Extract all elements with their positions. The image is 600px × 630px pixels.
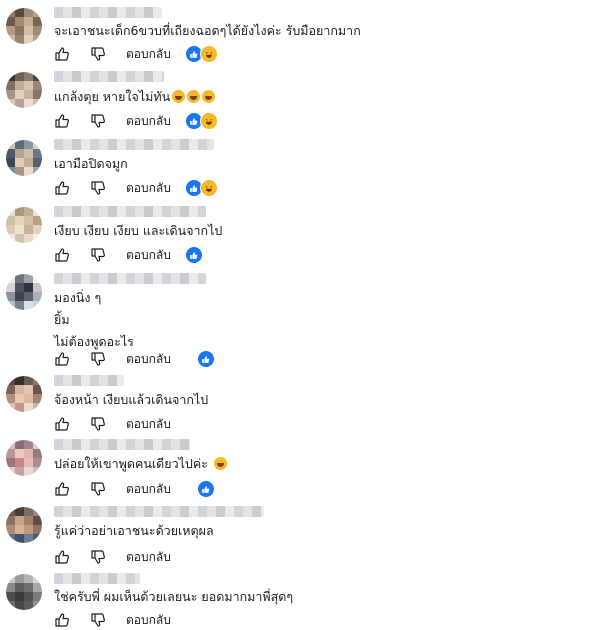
- comment-line: เอามือปิดจมูก: [54, 156, 128, 171]
- avatar[interactable]: [6, 207, 42, 243]
- comment-text: เงียบ เงียบ เงียบ และเดินจากไป: [54, 220, 222, 242]
- commenter-name-blurred[interactable]: [54, 7, 162, 18]
- reply-button[interactable]: ตอบกลับ: [126, 179, 171, 198]
- reply-button[interactable]: ตอบกลับ: [126, 350, 171, 369]
- thumbs-up-icon[interactable]: [54, 612, 70, 628]
- thumbs-down-icon[interactable]: [90, 247, 106, 263]
- thumbs-down-icon[interactable]: [90, 549, 106, 565]
- haha-reaction-icon: [199, 45, 218, 63]
- laughing-emoji-icon: [172, 90, 186, 103]
- comment-line: แกล้งตุย หายใจไม่ทัน: [54, 89, 171, 104]
- comment-line: จะเอาชนะเด็ก6ขวบที่เถียงฉอดๆได้ยังไงค่ะ …: [54, 23, 361, 38]
- like-reaction-icon: [196, 480, 215, 498]
- comment-feed: จะเอาชนะเด็ก6ขวบที่เถียงฉอดๆได้ยังไงค่ะ …: [0, 0, 600, 629]
- comment-actions: ตอบกลับ: [54, 548, 185, 566]
- reply-button[interactable]: ตอบกลับ: [126, 246, 171, 265]
- reply-button[interactable]: ตอบกลับ: [126, 548, 171, 567]
- commenter-name-blurred[interactable]: [54, 71, 164, 82]
- thumbs-down-icon[interactable]: [90, 416, 106, 432]
- reaction-summary[interactable]: [196, 350, 215, 368]
- avatar[interactable]: [6, 8, 42, 44]
- comment-actions: ตอบกลับ: [54, 112, 218, 131]
- thumbs-up-icon[interactable]: [54, 46, 70, 62]
- avatar[interactable]: [6, 440, 42, 476]
- avatar[interactable]: [6, 507, 42, 543]
- reaction-summary[interactable]: [196, 480, 215, 498]
- comment-actions: ตอบกลับ: [54, 246, 203, 265]
- reply-button[interactable]: ตอบกลับ: [126, 611, 171, 630]
- comment-actions: ตอบกลับ: [54, 45, 218, 64]
- reaction-summary[interactable]: [184, 179, 218, 197]
- comment-text: จะเอาชนะเด็ก6ขวบที่เถียงฉอดๆได้ยังไงค่ะ …: [54, 20, 361, 42]
- thumbs-up-icon[interactable]: [54, 416, 70, 432]
- comment-line: เงียบ เงียบ เงียบ และเดินจากไป: [54, 223, 223, 238]
- thumbs-up-icon[interactable]: [54, 247, 70, 263]
- comment-text: มองนิ่ง ๆ ยิ้ม ไม่ต้องพูดอะไร: [54, 287, 134, 353]
- comment-text: เอามือปิดจมูก: [54, 153, 128, 175]
- reply-button[interactable]: ตอบกลับ: [126, 112, 171, 131]
- comment-text: รู้แค่ว่าอย่าเอาชนะด้วยเหตุผล: [54, 520, 214, 542]
- reaction-summary[interactable]: [184, 45, 218, 63]
- like-reaction-icon: [196, 350, 215, 368]
- thumbs-up-icon[interactable]: [54, 113, 70, 129]
- comment-line: ปล่อยให้เขาพูดคนเดียวไปค่ะ: [54, 456, 208, 471]
- laughing-emoji-icon: [202, 90, 216, 103]
- comment-actions: ตอบกลับ: [54, 611, 185, 629]
- thumbs-down-icon[interactable]: [90, 351, 106, 367]
- commenter-name-blurred[interactable]: [54, 139, 214, 150]
- avatar[interactable]: [6, 72, 42, 108]
- comment-actions: ตอบกลับ: [54, 415, 185, 433]
- avatar[interactable]: [6, 140, 42, 176]
- thumbs-down-icon[interactable]: [90, 113, 106, 129]
- thumbs-down-icon[interactable]: [90, 612, 106, 628]
- comment-text: ใช่ครับพี่ ผมเห็นด้วยเลยนะ ยอดมากมาพี่สุ…: [54, 586, 293, 608]
- reaction-summary[interactable]: [184, 246, 203, 264]
- avatar[interactable]: [6, 376, 42, 412]
- like-reaction-icon: [184, 246, 203, 264]
- reply-button[interactable]: ตอบกลับ: [126, 45, 171, 64]
- comment-actions: ตอบกลับ: [54, 179, 218, 198]
- thumbs-down-icon[interactable]: [90, 481, 106, 497]
- commenter-name-blurred[interactable]: [54, 206, 206, 217]
- thumbs-up-icon[interactable]: [54, 549, 70, 565]
- comment-line: จ้องหน้า เงียบแล้วเดินจากไป: [54, 392, 209, 407]
- reply-button[interactable]: ตอบกลับ: [126, 415, 171, 434]
- thumbs-up-icon[interactable]: [54, 180, 70, 196]
- avatar[interactable]: [6, 274, 42, 310]
- reaction-summary[interactable]: [184, 112, 218, 130]
- thumbs-up-icon[interactable]: [54, 481, 70, 497]
- haha-reaction-icon: [199, 179, 218, 197]
- haha-reaction-icon: [199, 112, 218, 130]
- thumbs-down-icon[interactable]: [90, 180, 106, 196]
- comment-text: ปล่อยให้เขาพูดคนเดียวไปค่ะ: [54, 453, 227, 475]
- comment-actions: ตอบกลับ: [54, 350, 215, 369]
- comment-line: ยิ้ม: [54, 312, 70, 327]
- comment-line: มองนิ่ง ๆ: [54, 290, 102, 305]
- comment-actions: ตอบกลับ: [54, 480, 215, 499]
- comment-text: แกล้งตุย หายใจไม่ทัน: [54, 86, 216, 108]
- comment-line: รู้แค่ว่าอย่าเอาชนะด้วยเหตุผล: [54, 523, 214, 538]
- commenter-name-blurred[interactable]: [54, 573, 140, 584]
- comment-text: จ้องหน้า เงียบแล้วเดินจากไป: [54, 389, 208, 411]
- commenter-name-blurred[interactable]: [54, 439, 190, 450]
- reply-button[interactable]: ตอบกลับ: [126, 480, 171, 499]
- commenter-name-blurred[interactable]: [54, 273, 206, 284]
- thumbs-up-icon[interactable]: [54, 351, 70, 367]
- commenter-name-blurred[interactable]: [54, 375, 124, 386]
- laughing-emoji-icon: [187, 90, 201, 103]
- rolling-laughing-emoji-icon: [213, 457, 227, 470]
- avatar[interactable]: [6, 574, 42, 610]
- commenter-name-blurred[interactable]: [54, 506, 264, 517]
- thumbs-down-icon[interactable]: [90, 46, 106, 62]
- comment-line: ใช่ครับพี่ ผมเห็นด้วยเลยนะ ยอดมากมาพี่สุ…: [54, 589, 294, 604]
